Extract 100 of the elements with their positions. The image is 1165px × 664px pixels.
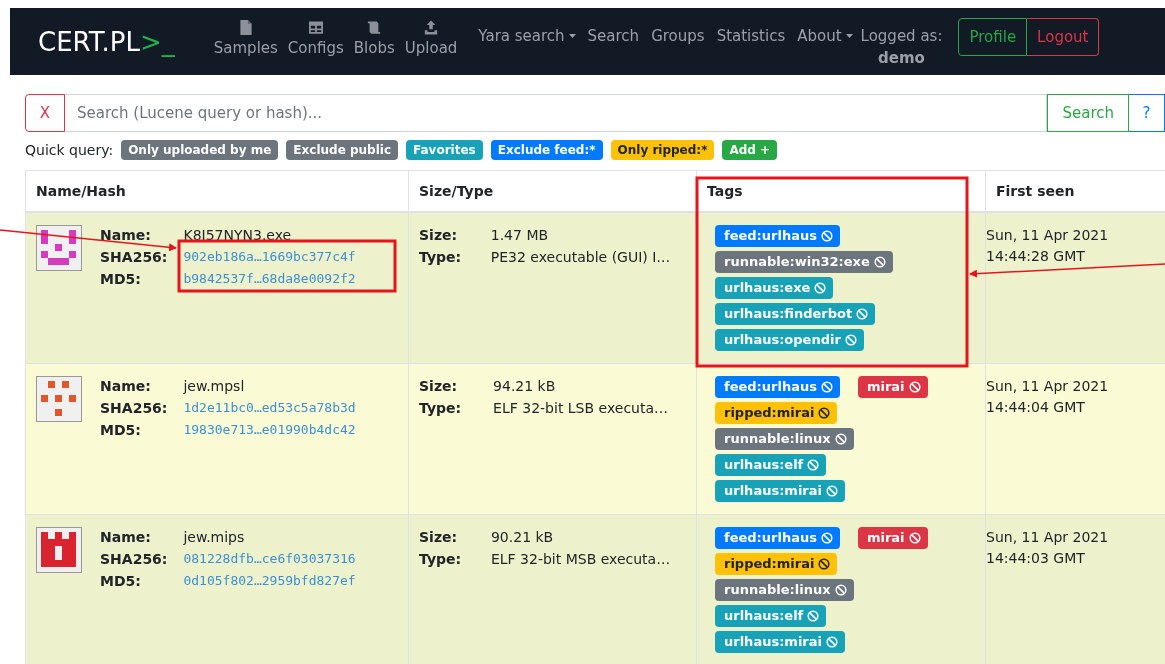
ban-icon [908, 381, 921, 393]
file-icon [238, 20, 253, 35]
first-seen-date: Sun, 11 Apr 2021 [986, 226, 1110, 245]
field-label: MD5: [100, 421, 142, 440]
field-label: Type: [419, 550, 463, 569]
first-seen-date: Sun, 11 Apr 2021 [986, 377, 1110, 396]
field-label: Size: [419, 528, 459, 547]
file-size: 94.21 kB [493, 377, 557, 396]
file-name: jew.mips [183, 528, 246, 547]
tag[interactable]: runnable:linux [715, 579, 854, 601]
nav-link[interactable]: Upload [404, 20, 458, 57]
identicon [36, 527, 82, 573]
tag[interactable]: ripped:mirai [715, 553, 838, 575]
field-label: Type: [419, 399, 463, 418]
quick-query-badge[interactable]: Exclude public [286, 140, 399, 160]
column-header[interactable]: First seen [985, 170, 1165, 212]
tag[interactable]: urlhaus:elf [715, 605, 827, 627]
hash-link[interactable]: b9842537f…68da8e0092f2 [183, 269, 356, 289]
scroll-icon [367, 20, 382, 35]
tag[interactable]: urlhaus:mirai [715, 480, 845, 502]
tag[interactable]: urlhaus:elf [715, 454, 827, 476]
nav-link[interactable]: Configs [287, 20, 344, 57]
ban-icon [807, 610, 820, 622]
ban-icon [820, 381, 833, 393]
profile-button[interactable]: Profile [958, 18, 1028, 56]
hash-link[interactable]: 19830e713…e01990b4dc42 [183, 420, 356, 440]
tag[interactable]: urlhaus:mirai [715, 631, 845, 653]
search-button[interactable]: Search [1047, 94, 1129, 132]
ban-icon [834, 433, 847, 445]
first-seen-time: 14:44:03 GMT [986, 549, 1086, 568]
quick-query-badge[interactable]: Only ripped:* [610, 140, 715, 160]
tag[interactable]: urlhaus:opendir [715, 329, 864, 351]
ban-icon [820, 230, 833, 242]
hash-link[interactable]: 0d105f802…2959bfd827ef [183, 571, 356, 591]
nav-link[interactable]: About [797, 27, 853, 45]
quick-query-badge[interactable]: Only uploaded by me [121, 140, 279, 160]
column-header[interactable]: Name/Hash [25, 170, 409, 212]
field-label: MD5: [100, 572, 142, 591]
tag[interactable]: feed:urlhaus [715, 225, 840, 247]
file-type: ELF 32-bit LSB executa… [493, 399, 670, 418]
nav-link[interactable]: Groups [651, 27, 705, 45]
column-header[interactable]: Tags [696, 170, 986, 212]
tag[interactable]: ripped:mirai [715, 402, 838, 424]
ban-icon [873, 256, 886, 268]
file-size: 90.21 kB [490, 528, 555, 547]
tag[interactable]: feed:urlhaus [715, 376, 840, 398]
field-label: SHA256: [100, 550, 168, 569]
field-label: SHA256: [100, 248, 168, 267]
username: demo [878, 49, 925, 67]
ban-icon [856, 308, 869, 320]
tag[interactable]: runnable:win32:exe [715, 251, 893, 273]
brand-logo[interactable]: CERT.PL>_ [38, 27, 175, 57]
identicon [36, 225, 82, 271]
first-seen-date: Sun, 11 Apr 2021 [986, 528, 1110, 547]
nav-link[interactable]: Blobs [353, 20, 395, 57]
caret-icon [845, 34, 853, 38]
logged-as-label: Logged as: [860, 27, 943, 45]
ban-icon [844, 334, 857, 346]
tag[interactable]: runnable:linux [715, 428, 854, 450]
ban-icon [908, 532, 921, 544]
tag[interactable]: mirai [857, 527, 928, 549]
field-label: Name: [100, 226, 152, 245]
identicon [36, 376, 82, 422]
quick-query-badge[interactable]: Exclude feed:* [490, 140, 603, 160]
column-header[interactable]: Size/Type [408, 170, 697, 212]
file-name: jew.mpsl [183, 377, 246, 396]
nav-link[interactable]: Samples [213, 20, 278, 57]
logout-button[interactable]: Logout [1027, 18, 1100, 56]
field-label: Type: [419, 248, 463, 267]
file-size: 1.47 MB [490, 226, 550, 245]
table-icon [308, 20, 323, 35]
ban-icon [820, 532, 833, 544]
caret-icon [568, 34, 576, 38]
search-field[interactable]: Search (Lucene query or hash)... [65, 94, 1048, 132]
tag[interactable]: mirai [857, 376, 928, 398]
quick-query-label: Quick query: [25, 142, 114, 158]
nav-link[interactable]: Search [587, 27, 640, 45]
quick-query-badge[interactable]: Add + [722, 140, 778, 160]
clear-button[interactable]: X [25, 94, 65, 132]
first-seen-time: 14:44:04 GMT [986, 398, 1086, 417]
ban-icon [818, 558, 831, 570]
ban-icon [826, 636, 838, 648]
hash-link[interactable]: 1d2e11bc0…ed53c5a78b3d [183, 398, 356, 418]
hash-link[interactable]: 902eb186a…1669bc377c4f [183, 247, 356, 267]
field-label: SHA256: [100, 399, 168, 418]
ban-icon [814, 282, 827, 294]
ban-icon [818, 407, 831, 419]
nav-link[interactable]: Statistics [716, 27, 786, 45]
tag[interactable]: urlhaus:exe [715, 277, 834, 299]
help-button[interactable]: ? [1129, 94, 1165, 132]
tag[interactable]: feed:urlhaus [715, 527, 840, 549]
nav-link[interactable]: Yara search [478, 27, 576, 45]
ban-icon [834, 584, 847, 596]
tag[interactable]: urlhaus:finderbot [715, 303, 876, 325]
file-name: K8I57NYN3.exe [183, 226, 293, 245]
field-label: Size: [419, 226, 459, 245]
quick-query-badge[interactable]: Favorites [406, 140, 483, 160]
hash-link[interactable]: 081228dfb…ce6f03037316 [183, 549, 356, 569]
field-label: MD5: [100, 270, 142, 289]
upload-icon [424, 20, 439, 35]
